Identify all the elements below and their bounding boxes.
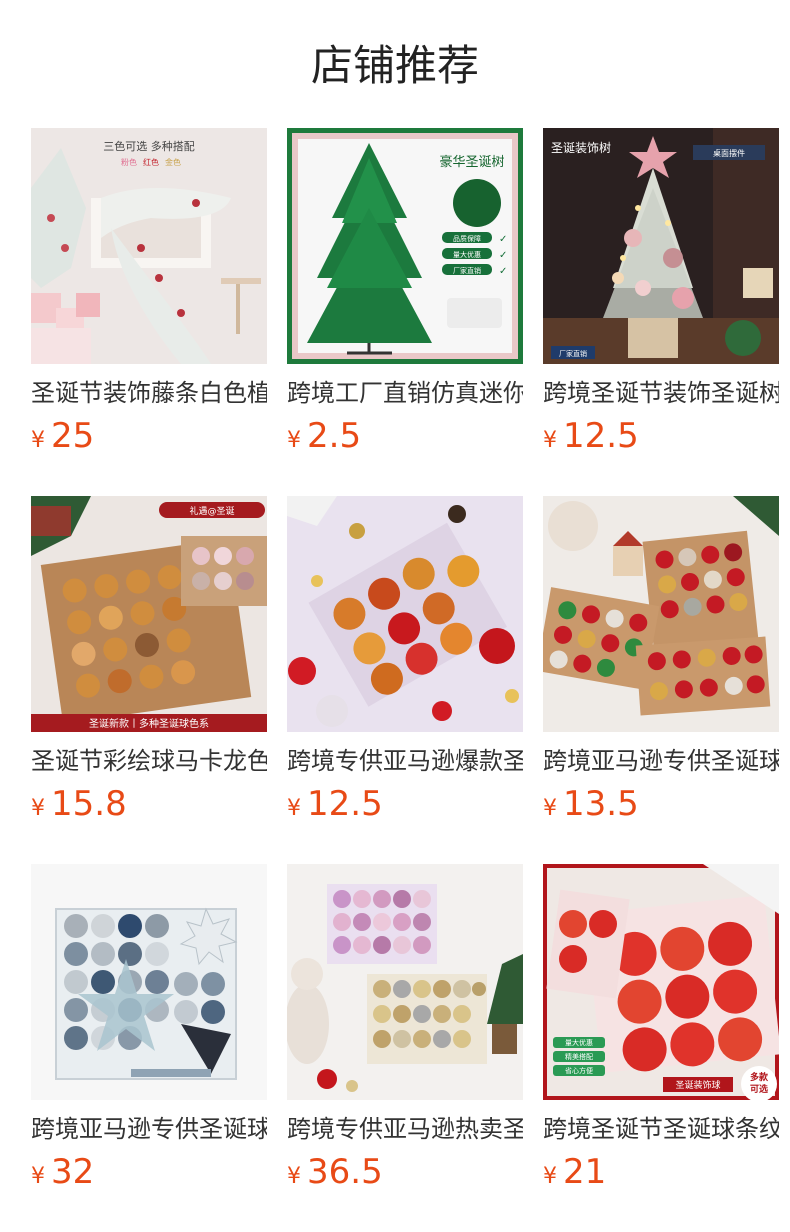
image-tag: 三色可选 多种搭配 bbox=[103, 139, 195, 153]
product-card[interactable]: 三色可选 多种搭配 粉色 红色 金色 圣诞节装饰藤条白色植绒 ¥25 bbox=[31, 128, 267, 496]
product-price: ¥12.5 bbox=[287, 784, 383, 828]
product-price: ¥15.8 bbox=[31, 784, 127, 828]
price-value: 21 bbox=[563, 1152, 607, 1192]
product-card[interactable]: 量大优惠 精美搭配 省心方便 圣诞装饰球 多款 可选 跨境圣诞节圣诞球条纹 ¥2… bbox=[543, 864, 779, 1232]
product-price: ¥32 bbox=[31, 1152, 94, 1196]
product-price: ¥2.5 bbox=[287, 416, 361, 460]
currency-symbol: ¥ bbox=[31, 1164, 45, 1189]
svg-text:✓: ✓ bbox=[499, 266, 507, 277]
product-card[interactable]: 豪华圣诞树 品质保障 ✓ 量大优惠 ✓ 厂家直销 ✓ 跨境工厂直销仿真迷你圣诞树… bbox=[287, 128, 523, 496]
svg-text:圣诞装饰球: 圣诞装饰球 bbox=[675, 1079, 720, 1091]
svg-text:粉色: 粉色 bbox=[121, 157, 137, 167]
product-price: ¥36.5 bbox=[287, 1152, 383, 1196]
price-value: 2.5 bbox=[307, 416, 362, 456]
currency-symbol: ¥ bbox=[543, 796, 557, 821]
svg-text:✓: ✓ bbox=[499, 234, 507, 245]
product-image[interactable] bbox=[287, 496, 523, 732]
svg-text:✓: ✓ bbox=[499, 250, 507, 261]
product-image[interactable] bbox=[31, 864, 267, 1100]
price-value: 25 bbox=[51, 416, 95, 456]
product-image[interactable] bbox=[543, 496, 779, 732]
product-name[interactable]: 跨境亚马逊专供圣诞球 bbox=[543, 744, 779, 778]
svg-text:礼遇@圣诞: 礼遇@圣诞 bbox=[189, 505, 234, 517]
product-card[interactable]: 跨境亚马逊专供圣诞球套装 ¥32 bbox=[31, 864, 267, 1232]
svg-text:桌面摆件: 桌面摆件 bbox=[713, 148, 745, 158]
product-name[interactable]: 跨境亚马逊专供圣诞球套装 bbox=[31, 1112, 267, 1146]
currency-symbol: ¥ bbox=[287, 796, 301, 821]
price-value: 32 bbox=[51, 1152, 95, 1192]
svg-text:圣诞装饰树: 圣诞装饰树 bbox=[551, 140, 611, 155]
product-name[interactable]: 跨境专供亚马逊热卖圣诞球 bbox=[287, 1112, 523, 1146]
product-price: ¥12.5 bbox=[543, 416, 639, 460]
product-name[interactable]: 跨境圣诞节装饰圣诞树 bbox=[543, 376, 779, 410]
svg-text:量大优惠: 量大优惠 bbox=[565, 1038, 593, 1047]
svg-text:厂家直销: 厂家直销 bbox=[559, 349, 587, 358]
currency-symbol: ¥ bbox=[31, 796, 45, 821]
page-title: 店铺推荐 bbox=[310, 41, 479, 90]
price-value: 36.5 bbox=[307, 1152, 383, 1192]
svg-text:圣诞新款丨多种圣诞球色系: 圣诞新款丨多种圣诞球色系 bbox=[89, 717, 209, 730]
price-value: 15.8 bbox=[51, 784, 127, 824]
product-name[interactable]: 跨境圣诞节圣诞球条纹 bbox=[543, 1112, 779, 1146]
product-card[interactable]: 跨境专供亚马逊爆款圣诞球 ¥12.5 bbox=[287, 496, 523, 864]
svg-text:品质保障: 品质保障 bbox=[453, 234, 481, 243]
svg-text:多款: 多款 bbox=[750, 1071, 769, 1083]
product-name[interactable]: 跨境工厂直销仿真迷你圣诞树 bbox=[287, 376, 523, 410]
svg-text:量大优惠: 量大优惠 bbox=[453, 250, 481, 259]
product-image[interactable]: 圣诞装饰树 桌面摆件 厂家直销 bbox=[543, 128, 779, 364]
svg-text:省心方便: 省心方便 bbox=[565, 1066, 593, 1075]
product-name[interactable]: 圣诞节彩绘球马卡龙色 bbox=[31, 744, 267, 778]
product-card[interactable]: 跨境专供亚马逊热卖圣诞球 ¥36.5 bbox=[287, 864, 523, 1232]
svg-text:精美搭配: 精美搭配 bbox=[565, 1052, 593, 1061]
product-image[interactable]: 豪华圣诞树 品质保障 ✓ 量大优惠 ✓ 厂家直销 ✓ bbox=[287, 128, 523, 364]
product-name[interactable]: 跨境专供亚马逊爆款圣诞球 bbox=[287, 744, 523, 778]
currency-symbol: ¥ bbox=[31, 428, 45, 453]
price-value: 12.5 bbox=[307, 784, 383, 824]
product-price: ¥25 bbox=[31, 416, 94, 460]
currency-symbol: ¥ bbox=[543, 428, 557, 453]
product-image[interactable]: 量大优惠 精美搭配 省心方便 圣诞装饰球 多款 可选 bbox=[543, 864, 779, 1100]
product-image[interactable]: 三色可选 多种搭配 粉色 红色 金色 bbox=[31, 128, 267, 364]
product-name[interactable]: 圣诞节装饰藤条白色植绒 bbox=[31, 376, 267, 410]
currency-symbol: ¥ bbox=[287, 1164, 301, 1189]
price-value: 13.5 bbox=[563, 784, 639, 824]
svg-text:金色: 金色 bbox=[165, 157, 181, 167]
product-card[interactable]: 圣诞装饰树 桌面摆件 厂家直销 跨境圣诞节装饰圣诞树 ¥12.5 bbox=[543, 128, 779, 496]
price-value: 12.5 bbox=[563, 416, 639, 456]
svg-text:可选: 可选 bbox=[750, 1083, 768, 1095]
currency-symbol: ¥ bbox=[543, 1164, 557, 1189]
currency-symbol: ¥ bbox=[287, 428, 301, 453]
product-card[interactable]: 跨境亚马逊专供圣诞球 ¥13.5 bbox=[543, 496, 779, 864]
svg-text:红色: 红色 bbox=[143, 157, 159, 167]
svg-text:豪华圣诞树: 豪华圣诞树 bbox=[439, 154, 504, 170]
product-price: ¥21 bbox=[543, 1152, 606, 1196]
product-price: ¥13.5 bbox=[543, 784, 639, 828]
product-grid: 三色可选 多种搭配 粉色 红色 金色 圣诞节装饰藤条白色植绒 ¥25 bbox=[31, 128, 779, 1232]
product-image[interactable] bbox=[287, 864, 523, 1100]
svg-text:厂家直销: 厂家直销 bbox=[453, 266, 481, 275]
product-card[interactable]: 圣诞新款丨多种圣诞球色系 礼遇@圣诞 圣诞节彩绘球马卡龙色 ¥15.8 bbox=[31, 496, 267, 864]
product-image[interactable]: 圣诞新款丨多种圣诞球色系 礼遇@圣诞 bbox=[31, 496, 267, 732]
